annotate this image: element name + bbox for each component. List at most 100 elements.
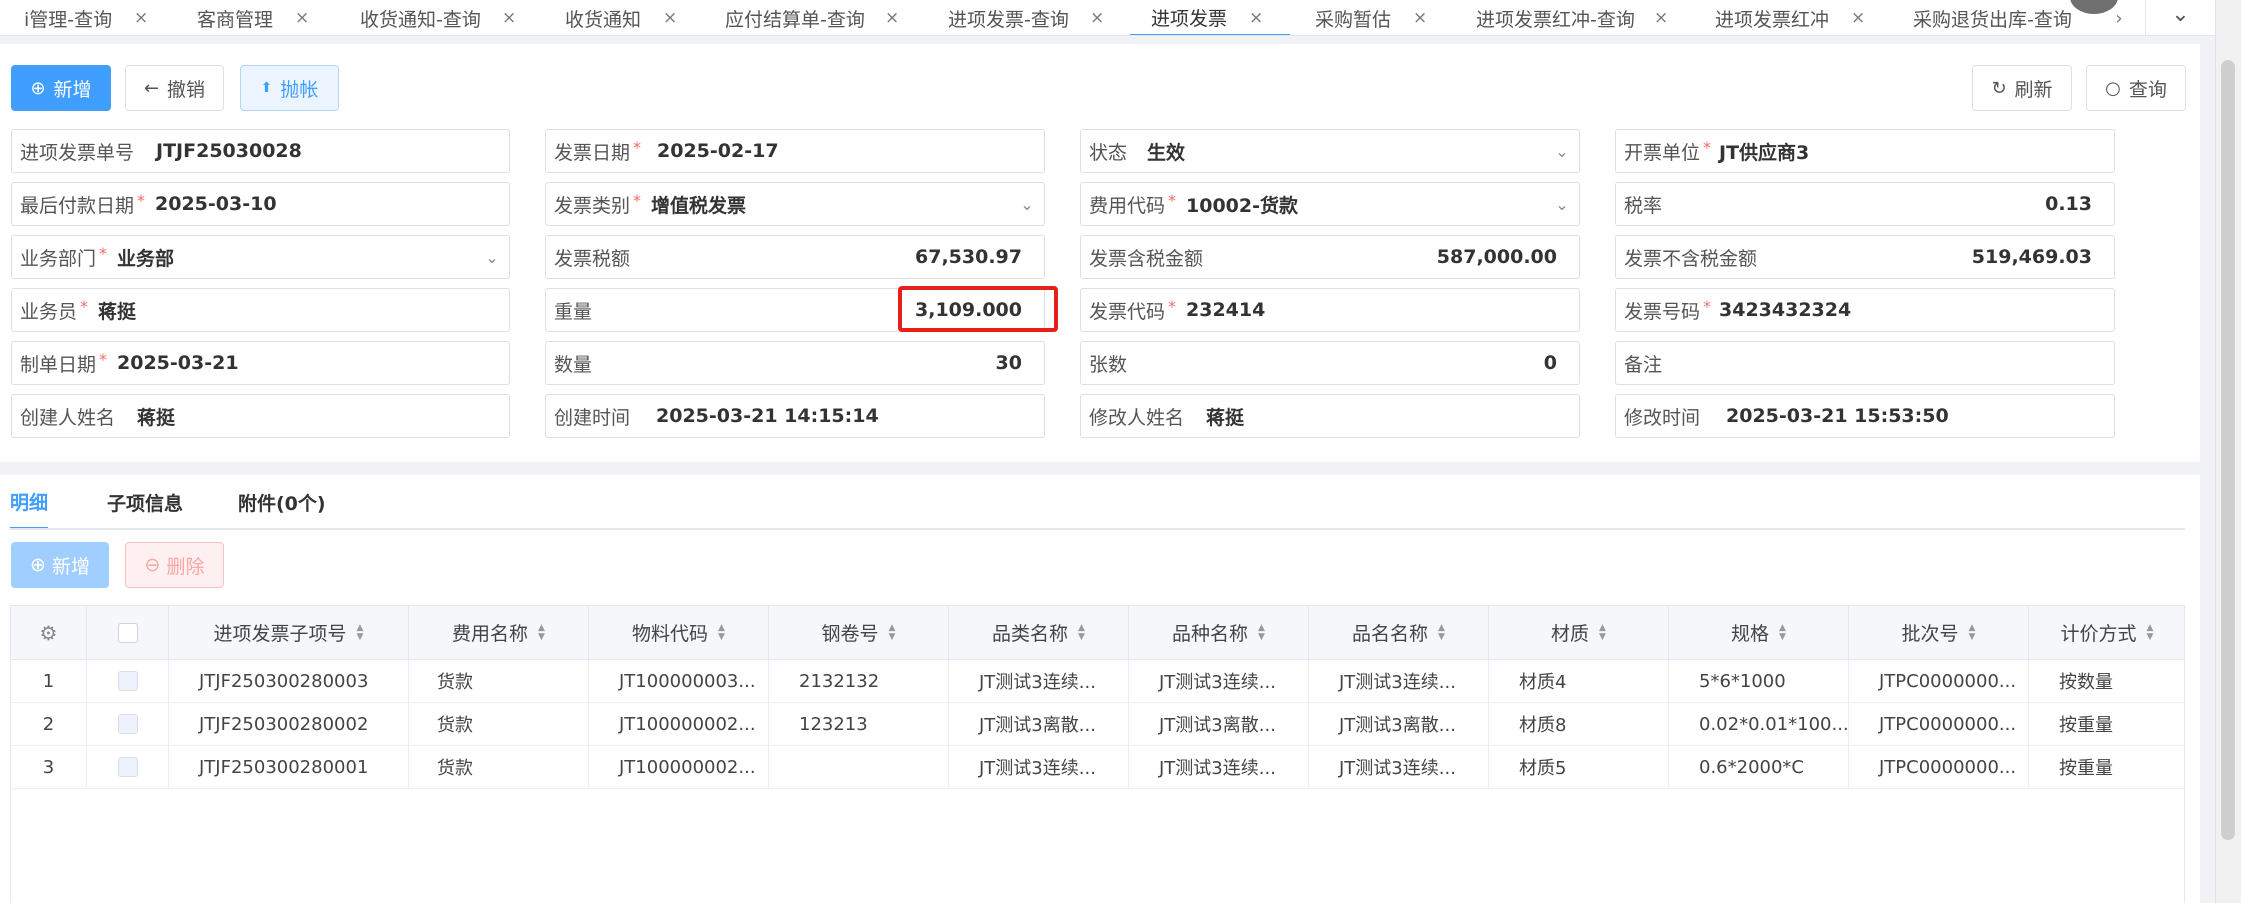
column-header[interactable]: 计价方式 ▲ ▼ <box>2029 606 2184 659</box>
sort-icon[interactable]: ▲ ▼ <box>1258 623 1265 642</box>
close-icon[interactable]: × <box>1654 8 1668 28</box>
detail-add-button[interactable]: ⊕ 新增 <box>11 542 109 588</box>
form-panel: ⊕ 新增 ← 撤销 ⬆ 抛帐 ↻ 刷新 ○ 查询 进项发票单号 JTJF2503… <box>0 44 2200 462</box>
search-icon: ○ <box>2105 77 2121 99</box>
close-icon[interactable]: × <box>1413 8 1427 28</box>
column-header[interactable]: 费用名称 ▲ ▼ <box>409 606 589 659</box>
tab-receipt-notice[interactable]: 收货通知 × <box>565 0 677 35</box>
weight-highlight-box <box>898 286 1058 332</box>
issuer-field[interactable]: 开票单位 * JT供应商3 <box>1615 129 2115 173</box>
gear-icon: ⚙ <box>39 620 58 645</box>
tab-attachments[interactable]: 附件(0个) <box>238 475 326 530</box>
quantity-field[interactable]: 数量 30 <box>545 341 1045 385</box>
department-select[interactable]: 业务部门 * 业务部 ⌄ <box>11 235 510 279</box>
sort-icon[interactable]: ▲ ▼ <box>357 623 364 642</box>
invoice-code-field[interactable]: 发票代码 * 232414 <box>1080 288 1580 332</box>
sort-icon[interactable]: ▲ ▼ <box>1969 623 1976 642</box>
sort-icon[interactable]: ▲ ▼ <box>2147 623 2154 642</box>
scrollbar-thumb[interactable] <box>2221 60 2235 840</box>
select-all-cell[interactable] <box>87 606 169 659</box>
invoice-number-field[interactable]: 发票号码 * 3423432324 <box>1615 288 2115 332</box>
tab-purchase-estimate[interactable]: 采购暂估 × <box>1315 0 1427 35</box>
column-header[interactable]: 物料代码 ▲ ▼ <box>589 606 769 659</box>
select-all-checkbox[interactable] <box>117 622 138 643</box>
invoice-tax-field[interactable]: 发票税额 67,530.97 <box>545 235 1045 279</box>
column-header[interactable]: 钢卷号 ▲ ▼ <box>769 606 949 659</box>
minus-circle-icon: ⊖ <box>144 554 161 576</box>
remark-field[interactable]: 备注 <box>1615 341 2115 385</box>
row-checkbox[interactable] <box>117 714 138 734</box>
create-date-field[interactable]: 制单日期 * 2025-03-21 <box>11 341 510 385</box>
column-header[interactable]: 进项发票子项号 ▲ ▼ <box>169 606 409 659</box>
tab-invoice-red-reversal[interactable]: 进项发票红冲 × <box>1715 0 1865 35</box>
detail-delete-button[interactable]: ⊖ 删除 <box>125 542 224 588</box>
sheets-field[interactable]: 张数 0 <box>1080 341 1580 385</box>
table-row[interactable]: 3 JTJF250300280001 货款 JT100000002... JT测… <box>11 746 2184 789</box>
chevron-down-icon: ⌄ <box>1555 141 1569 161</box>
refresh-button[interactable]: ↻ 刷新 <box>1972 65 2072 111</box>
table-row[interactable]: 2 JTJF250300280002 货款 JT100000002... 123… <box>11 703 2184 746</box>
tab-divider <box>10 528 2185 530</box>
page-scrollbar[interactable] <box>2215 0 2241 903</box>
close-icon[interactable]: × <box>134 8 148 28</box>
tab-sub-item-info[interactable]: 子项信息 <box>107 475 183 530</box>
table-header: ⚙ 进项发票子项号 ▲ ▼ 费用名称 ▲ ▼ 物料代码 ▲ ▼ 钢卷号 ▲ ▼ 品类名称 ▲ ▼ 品… <box>11 606 2184 660</box>
tab-input-invoice[interactable]: 进项发票 × <box>1130 0 1290 35</box>
row-checkbox[interactable] <box>117 757 138 777</box>
tab-merchant-management[interactable]: 客商管理 × <box>197 0 309 35</box>
tab-purchase-return-outbound-query[interactable]: 采购退货出库-查询 <box>1913 0 2072 35</box>
amount-incl-tax-field[interactable]: 发票含税金额 587,000.00 <box>1080 235 1580 279</box>
status-select[interactable]: 状态 生效 ⌄ <box>1080 129 1580 173</box>
invoice-date-field[interactable]: 发票日期 * 2025-02-17 <box>545 129 1045 173</box>
creator-field[interactable]: 创建人姓名 蒋挺 <box>11 394 510 438</box>
chevron-right-icon[interactable]: › <box>2108 0 2130 35</box>
modify-time-field[interactable]: 修改时间 2025-03-21 15:53:50 <box>1615 394 2115 438</box>
sort-icon[interactable]: ▲ ▼ <box>889 623 896 642</box>
close-icon[interactable]: × <box>295 8 309 28</box>
sort-icon[interactable]: ▲ ▼ <box>1438 623 1445 642</box>
column-header[interactable]: 品类名称 ▲ ▼ <box>949 606 1129 659</box>
refresh-icon: ↻ <box>1991 77 2007 99</box>
tab-detail[interactable]: 明细 <box>10 475 48 530</box>
sort-icon[interactable]: ▲ ▼ <box>1779 623 1786 642</box>
sort-icon[interactable]: ▲ ▼ <box>1078 623 1085 642</box>
tab-input-invoice-query[interactable]: 进项发票-查询 × <box>948 0 1104 35</box>
table-row[interactable]: 1 JTJF250300280003 货款 JT100000003... 213… <box>11 660 2184 703</box>
column-settings[interactable]: ⚙ <box>11 606 87 659</box>
query-button[interactable]: ○ 查询 <box>2086 65 2186 111</box>
column-header[interactable]: 规格 ▲ ▼ <box>1669 606 1849 659</box>
stamp-icon: ⬆ <box>260 80 273 96</box>
tax-rate-field[interactable]: 税率 0.13 <box>1615 182 2115 226</box>
close-icon[interactable]: × <box>1851 8 1865 28</box>
tab-payable-settlement-query[interactable]: 应付结算单-查询 × <box>725 0 899 35</box>
close-icon[interactable]: × <box>1090 8 1104 28</box>
close-icon[interactable]: × <box>885 8 899 28</box>
column-header[interactable]: 批次号 ▲ ▼ <box>1849 606 2029 659</box>
create-time-field[interactable]: 创建时间 2025-03-21 14:15:14 <box>545 394 1045 438</box>
column-header[interactable]: 品种名称 ▲ ▼ <box>1129 606 1309 659</box>
fee-code-select[interactable]: 费用代码 * 10002-货款 ⌄ <box>1080 182 1580 226</box>
salesman-field[interactable]: 业务员 * 蒋挺 <box>11 288 510 332</box>
tab-list-dropdown[interactable]: ⌄ <box>2145 0 2215 35</box>
close-icon[interactable]: × <box>502 8 516 28</box>
close-icon[interactable]: × <box>1249 8 1263 28</box>
post-account-button[interactable]: ⬆ 抛帐 <box>240 65 339 111</box>
revoke-button[interactable]: ← 撤销 <box>125 65 224 111</box>
invoice-no-field[interactable]: 进项发票单号 JTJF25030028 <box>11 129 510 173</box>
invoice-type-select[interactable]: 发票类别 * 增值税发票 ⌄ <box>545 182 1045 226</box>
amount-excl-tax-field[interactable]: 发票不含税金额 519,469.03 <box>1615 235 2115 279</box>
sort-icon[interactable]: ▲ ▼ <box>718 623 725 642</box>
sort-icon[interactable]: ▲ ▼ <box>1599 623 1606 642</box>
tab-receipt-notice-query[interactable]: 收货通知-查询 × <box>360 0 516 35</box>
row-checkbox[interactable] <box>117 671 138 691</box>
column-header[interactable]: 材质 ▲ ▼ <box>1489 606 1669 659</box>
add-button[interactable]: ⊕ 新增 <box>11 65 111 111</box>
tab-invoice-red-reversal-query[interactable]: 进项发票红冲-查询 × <box>1476 0 1668 35</box>
sort-icon[interactable]: ▲ ▼ <box>538 623 545 642</box>
last-payment-date-field[interactable]: 最后付款日期 * 2025-03-10 <box>11 182 510 226</box>
tab-item-management-query[interactable]: i管理-查询 × <box>24 0 148 35</box>
close-icon[interactable]: × <box>663 8 677 28</box>
modifier-field[interactable]: 修改人姓名 蒋挺 <box>1080 394 1580 438</box>
column-header[interactable]: 品名名称 ▲ ▼ <box>1309 606 1489 659</box>
required-mark: * <box>99 243 108 263</box>
